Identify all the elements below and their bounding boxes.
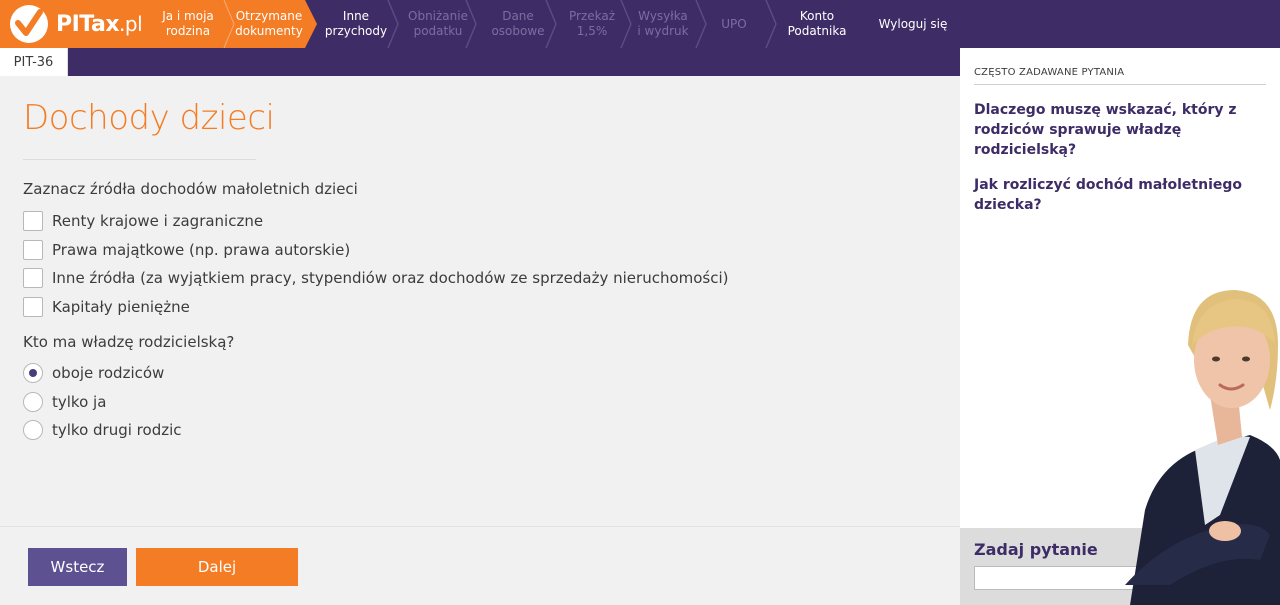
tab-pit-36[interactable]: PIT-36: [0, 48, 68, 76]
step-send-print[interactable]: Wysyłka i wydruk: [628, 0, 698, 48]
option-label: Kapitały pieniężne: [52, 298, 190, 316]
authority-option-both[interactable]: oboje rodziców: [23, 363, 164, 383]
account-link[interactable]: Konto Podatnika: [770, 0, 864, 48]
consultant-illustration: [1125, 290, 1280, 605]
option-label: tylko ja: [52, 393, 107, 411]
source-option-capital[interactable]: Kapitały pieniężne: [23, 297, 190, 317]
checkbox[interactable]: [23, 268, 43, 288]
faq-item[interactable]: Jak rozliczyć dochód małoletniego dzieck…: [974, 175, 1244, 215]
sources-question: Zaznacz źródła dochodów małoletnich dzie…: [23, 180, 358, 198]
checkbox[interactable]: [23, 240, 43, 260]
step-other-income[interactable]: Inne przychody: [320, 0, 392, 48]
source-option-pensions[interactable]: Renty krajowe i zagraniczne: [23, 211, 263, 231]
option-label: Inne źródła (za wyjątkiem pracy, stypend…: [52, 269, 729, 287]
faq-divider: [974, 84, 1266, 85]
option-label: Prawa majątkowe (np. prawa autorskie): [52, 241, 351, 259]
faq-item[interactable]: Dlaczego muszę wskazać, który z rodziców…: [974, 100, 1244, 160]
check-icon: [10, 5, 48, 43]
next-button[interactable]: Dalej: [136, 548, 298, 586]
ask-question-label: Zadaj pytanie: [974, 540, 1098, 559]
option-label: Renty krajowe i zagraniczne: [52, 212, 264, 230]
logout-link[interactable]: Wyloguj się: [866, 0, 960, 48]
form-tab-bar: [0, 48, 960, 76]
radio-button[interactable]: [23, 363, 43, 383]
back-button[interactable]: Wstecz: [28, 548, 127, 586]
step-navigation: PITax.pl Ja i moja rodzina Otrzymane dok…: [0, 0, 960, 48]
step-donate[interactable]: Przekaż 1,5%: [556, 0, 628, 48]
step-upo[interactable]: UPO: [702, 0, 766, 48]
authority-question: Kto ma władzę rodzicielską?: [23, 333, 235, 351]
radio-button[interactable]: [23, 420, 43, 440]
authority-option-me[interactable]: tylko ja: [23, 392, 106, 412]
page-title: Dochody dzieci: [23, 98, 275, 138]
step-personal-data[interactable]: Dane osobowe: [480, 0, 556, 48]
main-content: Dochody dzieci Zaznacz źródła dochodów m…: [0, 76, 960, 526]
source-option-other[interactable]: Inne źródła (za wyjątkiem pracy, stypend…: [23, 268, 729, 288]
checkbox[interactable]: [23, 211, 43, 231]
radio-button[interactable]: [23, 392, 43, 412]
option-label: oboje rodziców: [52, 364, 165, 382]
step-family[interactable]: Ja i moja rodzina: [152, 0, 224, 48]
step-tax-reduction[interactable]: Obniżanie podatku: [400, 0, 476, 48]
checkbox[interactable]: [23, 297, 43, 317]
logo-text: PITax.pl: [56, 11, 143, 37]
option-label: tylko drugi rodzic: [52, 421, 182, 439]
step-documents[interactable]: Otrzymane dokumenty: [226, 0, 312, 48]
form-footer: Wstecz Dalej: [0, 526, 960, 605]
pitax-logo[interactable]: PITax.pl: [0, 0, 152, 48]
authority-option-other-parent[interactable]: tylko drugi rodzic: [23, 420, 182, 440]
source-option-property-rights[interactable]: Prawa majątkowe (np. prawa autorskie): [23, 240, 350, 260]
title-divider: [23, 159, 256, 160]
faq-heading: CZĘSTO ZADAWANE PYTANIA: [974, 67, 1125, 78]
